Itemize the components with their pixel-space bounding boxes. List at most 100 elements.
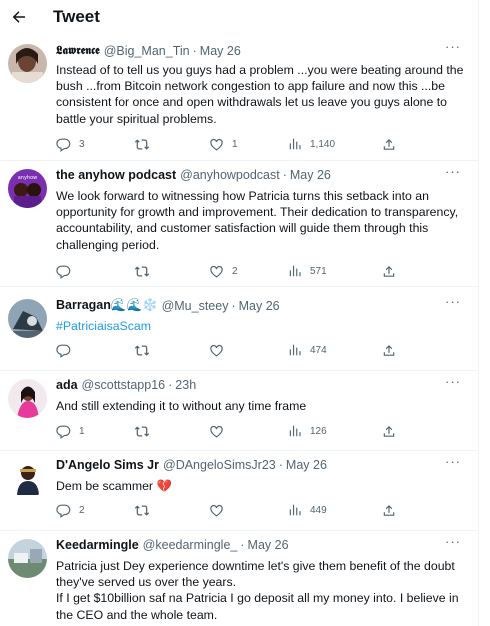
reply-button[interactable]: [56, 264, 79, 279]
user-handle[interactable]: @scottstapp16: [82, 378, 166, 392]
reply-count: 1: [79, 426, 85, 437]
tweet-text: #PatriciaisaScam: [56, 318, 466, 334]
tweet-text: Dem be scammer 💔: [56, 479, 172, 493]
share-button[interactable]: [382, 424, 396, 439]
views-button[interactable]: 474: [288, 343, 327, 357]
tweet-text-paragraph: Patricia just Dey experience downtime le…: [56, 559, 455, 590]
more-options-icon[interactable]: ···: [444, 165, 462, 182]
heart-icon: [210, 425, 223, 438]
timestamp[interactable]: May 26: [290, 168, 331, 182]
share-button[interactable]: [382, 343, 396, 358]
user-name[interactable]: Keedarmingle: [56, 538, 139, 552]
views-button[interactable]: 126: [288, 424, 327, 438]
user-name[interactable]: the anyhow podcast: [56, 168, 176, 182]
avatar[interactable]: [8, 459, 47, 498]
like-button[interactable]: 1: [209, 137, 238, 152]
tweet-actions: 2 571: [56, 264, 456, 280]
tweet[interactable]: anyhow the anyhow podcast @anyhowpodcast…: [0, 161, 478, 287]
avatar[interactable]: anyhow: [8, 169, 47, 208]
retweet-button[interactable]: [134, 424, 158, 439]
share-button[interactable]: [382, 137, 396, 152]
views-chart-icon: [289, 344, 301, 356]
user-name[interactable]: ada: [56, 378, 78, 392]
retweet-button[interactable]: [134, 137, 158, 152]
views-button[interactable]: 1,140: [288, 137, 335, 151]
tweet-text-paragraph: If I get $10billion saf na Patricia I go…: [56, 591, 459, 622]
share-button[interactable]: [382, 503, 396, 518]
view-count: 449: [310, 504, 327, 516]
retweet-button[interactable]: [134, 264, 158, 279]
timestamp[interactable]: May 26: [248, 538, 289, 552]
views-button[interactable]: 449: [288, 503, 327, 517]
reply-icon: [56, 504, 71, 518]
retweet-button[interactable]: [134, 343, 158, 358]
more-options-icon[interactable]: ···: [444, 375, 462, 392]
avatar[interactable]: [8, 44, 47, 83]
tweet[interactable]: D'Angelo Sims Jr @DAngeloSimsJr23 · May …: [0, 451, 478, 531]
views-chart-icon: [289, 265, 301, 277]
share-icon: [383, 505, 395, 516]
share-icon: [383, 266, 395, 277]
like-count: 2: [232, 266, 238, 277]
tweet-header: ada @scottstapp16 · 23h: [56, 378, 196, 392]
like-button[interactable]: [209, 424, 232, 439]
avatar[interactable]: [8, 379, 47, 418]
retweet-button[interactable]: [134, 503, 158, 518]
user-handle[interactable]: @Big_Man_Tin: [104, 44, 190, 58]
user-name[interactable]: Barragan🌊🌊❄️: [56, 298, 158, 313]
tweet[interactable]: Barragan🌊🌊❄️ @Mu_steey · May 26 ··· #Pat…: [0, 291, 478, 371]
like-button[interactable]: [209, 503, 232, 518]
user-handle[interactable]: @anyhowpodcast: [180, 168, 280, 182]
hashtag-link[interactable]: #PatriciaisaScam: [56, 319, 151, 333]
tweet[interactable]: Keedarmingle @keedarmingle_ · May 26 ···…: [0, 531, 478, 626]
retweet-icon: [134, 505, 150, 516]
more-options-icon[interactable]: ···: [444, 40, 462, 57]
timestamp[interactable]: 23h: [175, 378, 196, 392]
retweet-icon: [134, 266, 150, 277]
avatar[interactable]: [8, 539, 47, 578]
tweet[interactable]: 𝕷𝖆𝖜𝖗𝖊𝖓𝖈𝖊 @Big_Man_Tin · May 26 ··· Inste…: [0, 36, 478, 161]
views-button[interactable]: 571: [288, 264, 327, 278]
arrow-left-icon: [12, 11, 25, 23]
user-name[interactable]: 𝕷𝖆𝖜𝖗𝖊𝖓𝖈𝖊: [56, 43, 100, 58]
avatar[interactable]: [8, 299, 47, 338]
share-button[interactable]: [382, 264, 396, 279]
separator-dot: ·: [282, 168, 287, 182]
like-count: 1: [232, 139, 238, 150]
reply-count: 2: [79, 505, 85, 516]
like-button[interactable]: [209, 343, 232, 358]
reply-icon: [56, 344, 71, 358]
more-options-icon[interactable]: ···: [444, 295, 462, 312]
separator-dot: ·: [168, 378, 173, 392]
user-handle[interactable]: @Mu_steey: [162, 299, 229, 313]
reply-button[interactable]: 3: [56, 137, 85, 152]
share-icon: [383, 139, 395, 150]
column-divider: [478, 0, 479, 626]
tweet[interactable]: ada @scottstapp16 · 23h ··· And still ex…: [0, 371, 478, 451]
views-chart-icon: [289, 425, 301, 437]
separator-dot: ·: [240, 538, 245, 552]
timestamp[interactable]: May 26: [200, 44, 241, 58]
timestamp[interactable]: May 26: [286, 458, 327, 472]
reply-button[interactable]: [56, 343, 79, 358]
reply-count: 3: [79, 139, 85, 150]
timestamp[interactable]: May 26: [239, 299, 280, 313]
reply-icon: [56, 138, 71, 152]
user-handle[interactable]: @DAngeloSimsJr23: [163, 458, 276, 472]
like-button[interactable]: 2: [209, 264, 238, 279]
separator-dot: ·: [231, 298, 236, 313]
separator-dot: ·: [278, 458, 283, 472]
more-options-icon[interactable]: ···: [444, 535, 462, 552]
more-options-icon[interactable]: ···: [444, 455, 462, 472]
tweet-actions: 2 449: [56, 503, 456, 519]
user-handle[interactable]: @keedarmingle_: [143, 538, 238, 552]
share-icon: [383, 345, 395, 356]
reply-button[interactable]: 1: [56, 424, 85, 439]
tweet-actions: 1 126: [56, 424, 456, 440]
user-name[interactable]: D'Angelo Sims Jr: [56, 458, 159, 472]
reply-icon: [56, 265, 71, 279]
heart-icon: [210, 344, 223, 357]
reply-button[interactable]: 2: [56, 503, 85, 518]
back-button[interactable]: [6, 4, 32, 30]
tweet-text: Patricia just Dey experience downtime le…: [56, 558, 466, 623]
